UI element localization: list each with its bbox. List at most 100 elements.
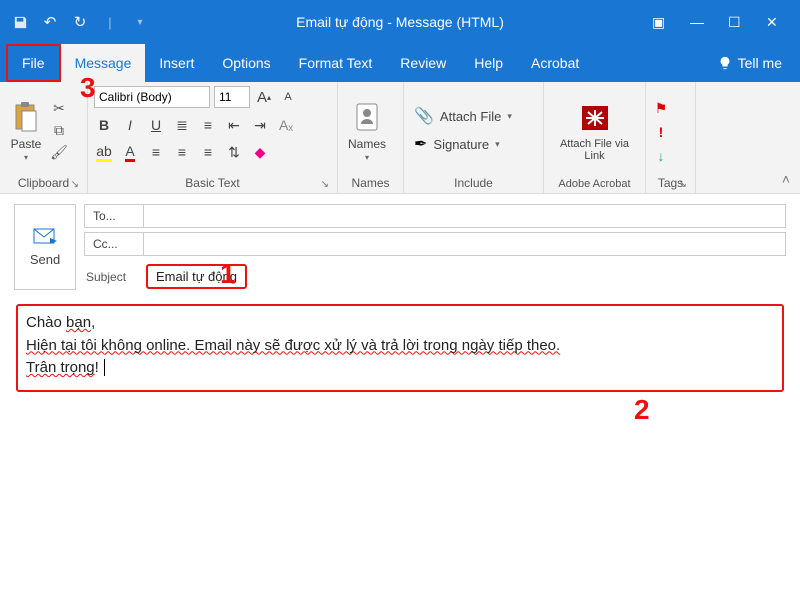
- group-label-clipboard: Clipboard↘: [6, 174, 81, 193]
- ribbon-tabs: File Message Insert Options Format Text …: [0, 44, 800, 82]
- annotation-3: 3: [80, 72, 96, 104]
- highlight-icon[interactable]: ab: [94, 142, 114, 162]
- group-tags: ⚑ ! ↓ Tags↘: [646, 82, 696, 193]
- tab-message[interactable]: Message: [61, 44, 146, 82]
- paperclip-icon: 📎: [414, 106, 434, 126]
- annotation-1: 1: [220, 258, 236, 290]
- paste-button[interactable]: Paste ▾: [6, 86, 46, 174]
- qat-dropdown-icon[interactable]: ▾: [132, 14, 148, 30]
- cc-input[interactable]: [144, 232, 786, 256]
- importance-low-icon[interactable]: ↓: [652, 147, 670, 165]
- group-label-basic-text: Basic Text↘: [94, 174, 331, 193]
- send-label: Send: [30, 252, 60, 267]
- attach-file-button[interactable]: 📎 Attach File ▾: [414, 106, 537, 126]
- tab-format-text[interactable]: Format Text: [285, 44, 387, 82]
- underline-button[interactable]: U: [146, 115, 166, 135]
- group-include: 📎 Attach File ▾ ✒ Signature ▾ Include: [404, 82, 544, 193]
- bullets-icon[interactable]: ≣: [172, 115, 192, 135]
- dialog-launcher-icon[interactable]: ↘: [321, 179, 329, 190]
- shrink-font-icon[interactable]: A: [278, 87, 298, 107]
- adobe-label: Attach File via Link: [554, 138, 635, 162]
- tab-options[interactable]: Options: [208, 44, 284, 82]
- group-label-tags: Tags↘: [652, 174, 689, 193]
- signature-icon: ✒: [414, 134, 427, 154]
- font-name-input[interactable]: [94, 86, 210, 108]
- numbering-icon[interactable]: ≡: [198, 115, 218, 135]
- group-label-include: Include: [410, 174, 537, 193]
- spellcheck-word: bạn: [66, 314, 91, 331]
- chevron-down-icon: ▾: [507, 111, 512, 122]
- dialog-launcher-icon[interactable]: ↘: [71, 179, 79, 190]
- group-basic-text: A▴ A B I U ≣ ≡ ⇤ ⇥ Aₓ ab A ≡ ≡ ≡ ⇅ ◆: [88, 82, 338, 193]
- group-names: Names ▾ Names: [338, 82, 404, 193]
- format-painter-icon[interactable]: 🖌: [50, 143, 68, 161]
- to-button[interactable]: To...: [84, 204, 144, 228]
- message-body[interactable]: Chào bạn, Hiện tại tôi không online. Ema…: [16, 304, 784, 392]
- window-controls: ▣ — ☐ ✕: [652, 14, 800, 31]
- title-bar: ↶ ↻ | ▾ Email tự động - Message (HTML) ▣…: [0, 0, 800, 44]
- group-label-adobe: Adobe Acrobat: [550, 176, 639, 193]
- quick-access-toolbar: ↶ ↻ | ▾: [0, 14, 148, 30]
- flag-icon[interactable]: ⚑: [652, 99, 670, 117]
- address-book-icon: [351, 99, 383, 135]
- align-right-icon[interactable]: ≡: [198, 142, 218, 162]
- importance-high-icon[interactable]: !: [652, 123, 670, 141]
- undo-icon[interactable]: ↶: [42, 14, 58, 30]
- chevron-down-icon: ▾: [24, 153, 28, 162]
- chevron-down-icon: ▾: [365, 153, 369, 162]
- copy-icon[interactable]: ⧉: [50, 121, 68, 139]
- redo-icon[interactable]: ↻: [72, 14, 88, 30]
- font-color-icon[interactable]: A: [120, 142, 140, 162]
- text-cursor: [100, 359, 105, 376]
- grow-font-icon[interactable]: A▴: [254, 87, 274, 107]
- align-center-icon[interactable]: ≡: [172, 142, 192, 162]
- ribbon: Paste ▾ ✂ ⧉ 🖌 Clipboard↘ A▴ A B I U ≣: [0, 82, 800, 194]
- names-button[interactable]: Names ▾: [344, 86, 390, 174]
- font-size-input[interactable]: [214, 86, 250, 108]
- compose-pane: Send To... Cc... Subject Email tự động C…: [0, 194, 800, 402]
- paste-icon: [10, 99, 42, 135]
- cc-button[interactable]: Cc...: [84, 232, 144, 256]
- ribbon-display-icon[interactable]: ▣: [652, 14, 668, 31]
- spellcheck-line: Hiện tại tôi không online. Email này sẽ …: [26, 337, 560, 354]
- adobe-attach-button[interactable]: Attach File via Link: [550, 86, 639, 176]
- line-spacing-icon[interactable]: ⇅: [224, 142, 244, 162]
- paste-label: Paste: [11, 137, 42, 151]
- minimize-icon[interactable]: —: [690, 14, 706, 31]
- cut-icon[interactable]: ✂: [50, 99, 68, 117]
- group-adobe: Attach File via Link Adobe Acrobat: [544, 82, 646, 193]
- annotation-2: 2: [634, 394, 650, 426]
- save-icon[interactable]: [12, 14, 28, 30]
- tell-me-label: Tell me: [738, 55, 782, 71]
- close-icon[interactable]: ✕: [766, 14, 782, 31]
- bold-button[interactable]: B: [94, 115, 114, 135]
- window-title: Email tự động - Message (HTML): [296, 14, 504, 30]
- align-left-icon[interactable]: ≡: [146, 142, 166, 162]
- dialog-launcher-icon[interactable]: ↘: [679, 179, 687, 190]
- tab-acrobat[interactable]: Acrobat: [517, 44, 593, 82]
- tab-insert[interactable]: Insert: [145, 44, 208, 82]
- send-button[interactable]: Send: [14, 204, 76, 290]
- tell-me[interactable]: Tell me: [718, 44, 800, 82]
- group-clipboard: Paste ▾ ✂ ⧉ 🖌 Clipboard↘: [0, 82, 88, 193]
- maximize-icon[interactable]: ☐: [728, 14, 744, 31]
- eraser-icon[interactable]: ◆: [250, 142, 270, 162]
- adobe-pdf-icon: [579, 100, 611, 136]
- subject-label: Subject: [84, 270, 144, 284]
- clear-format-icon[interactable]: Aₓ: [276, 115, 296, 135]
- outdent-icon[interactable]: ⇤: [224, 115, 244, 135]
- tab-file[interactable]: File: [6, 44, 61, 82]
- indent-icon[interactable]: ⇥: [250, 115, 270, 135]
- spellcheck-word: Trân trọng: [26, 359, 95, 376]
- names-label: Names: [348, 137, 386, 151]
- collapse-ribbon-icon[interactable]: ˄: [782, 171, 790, 187]
- send-icon: [33, 228, 57, 246]
- signature-button[interactable]: ✒ Signature ▾: [414, 134, 537, 154]
- tab-help[interactable]: Help: [460, 44, 517, 82]
- chevron-down-icon: ▾: [495, 139, 500, 150]
- italic-button[interactable]: I: [120, 115, 140, 135]
- to-input[interactable]: [144, 204, 786, 228]
- group-label-names: Names: [344, 174, 397, 193]
- tab-review[interactable]: Review: [386, 44, 460, 82]
- lightbulb-icon: [718, 56, 732, 70]
